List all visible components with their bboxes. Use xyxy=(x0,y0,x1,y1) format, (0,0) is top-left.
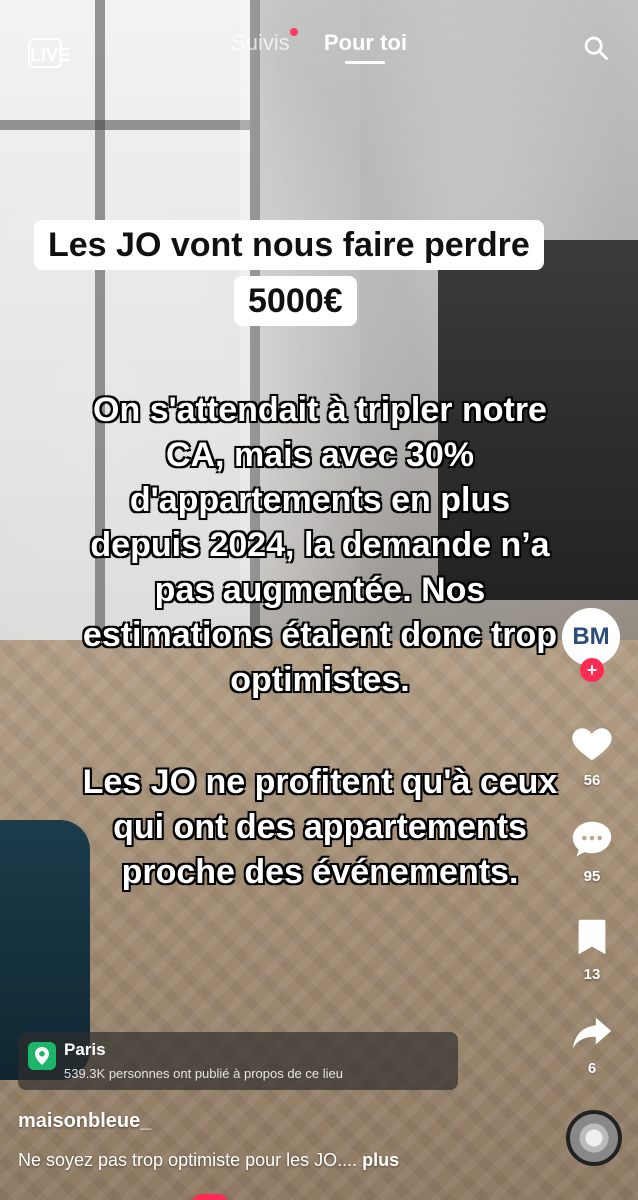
video-overlay-text-bottom: Les JO ne profitent qu'à ceux qui ont de… xyxy=(82,763,558,891)
feed-tabs: Suivis Pour toi xyxy=(0,28,638,56)
location-title: Paris xyxy=(64,1040,106,1059)
right-action-rail: BM + 56 95 13 6 xyxy=(554,608,630,1088)
music-disc-icon[interactable] xyxy=(566,1110,622,1166)
comment-icon xyxy=(572,821,612,857)
top-navigation: LIVE Suivis Pour toi xyxy=(0,20,638,80)
save-button[interactable]: 13 xyxy=(554,914,630,983)
like-button[interactable]: 56 xyxy=(554,720,630,789)
creator-username[interactable]: maisonbleue_ xyxy=(18,1110,151,1133)
post-caption[interactable]: Ne soyez pas trop optimiste pour les JO.… xyxy=(18,1150,399,1171)
search-icon[interactable] xyxy=(582,34,610,62)
like-count: 56 xyxy=(583,772,601,789)
video-overlay-text-top: On s'attendait à tripler notre CA, mais … xyxy=(82,391,558,699)
bookmark-icon xyxy=(578,919,606,955)
tab-following[interactable]: Suivis xyxy=(231,28,298,56)
location-pin-icon xyxy=(28,1042,56,1070)
video-title-line-1: Les JO vont nous faire perdre xyxy=(34,220,544,270)
tab-for-you-label: Pour toi xyxy=(323,30,407,55)
app-screen: LIVE Suivis Pour toi Les JO vont nous fa… xyxy=(0,0,638,1200)
video-title-line-2: 5000€ xyxy=(234,276,357,326)
comment-count: 95 xyxy=(583,868,601,885)
comment-button[interactable]: 95 xyxy=(554,816,630,885)
location-subtitle: 539.3K personnes ont publié à propos de … xyxy=(64,1066,343,1081)
share-icon xyxy=(572,1017,612,1049)
heart-icon xyxy=(572,728,612,761)
video-title-overlay: Les JO vont nous faire perdre 5000€ xyxy=(34,220,609,330)
caption-text: Ne soyez pas trop optimiste pour les JO.… xyxy=(18,1150,358,1170)
tab-for-you[interactable]: Pour toi xyxy=(324,30,407,56)
follow-plus-icon[interactable]: + xyxy=(580,658,604,682)
creator-avatar-wrap[interactable]: BM + xyxy=(562,608,620,686)
location-card[interactable]: Paris 539.3K personnes ont publié à prop… xyxy=(18,1032,458,1090)
bottom-indicator xyxy=(192,1194,228,1200)
caption-more-link[interactable]: plus xyxy=(362,1150,399,1170)
notification-dot xyxy=(289,28,298,36)
share-button[interactable]: 6 xyxy=(554,1008,630,1077)
save-count: 13 xyxy=(583,966,601,983)
tab-following-label: Suivis xyxy=(231,30,290,55)
share-count: 6 xyxy=(587,1060,597,1077)
